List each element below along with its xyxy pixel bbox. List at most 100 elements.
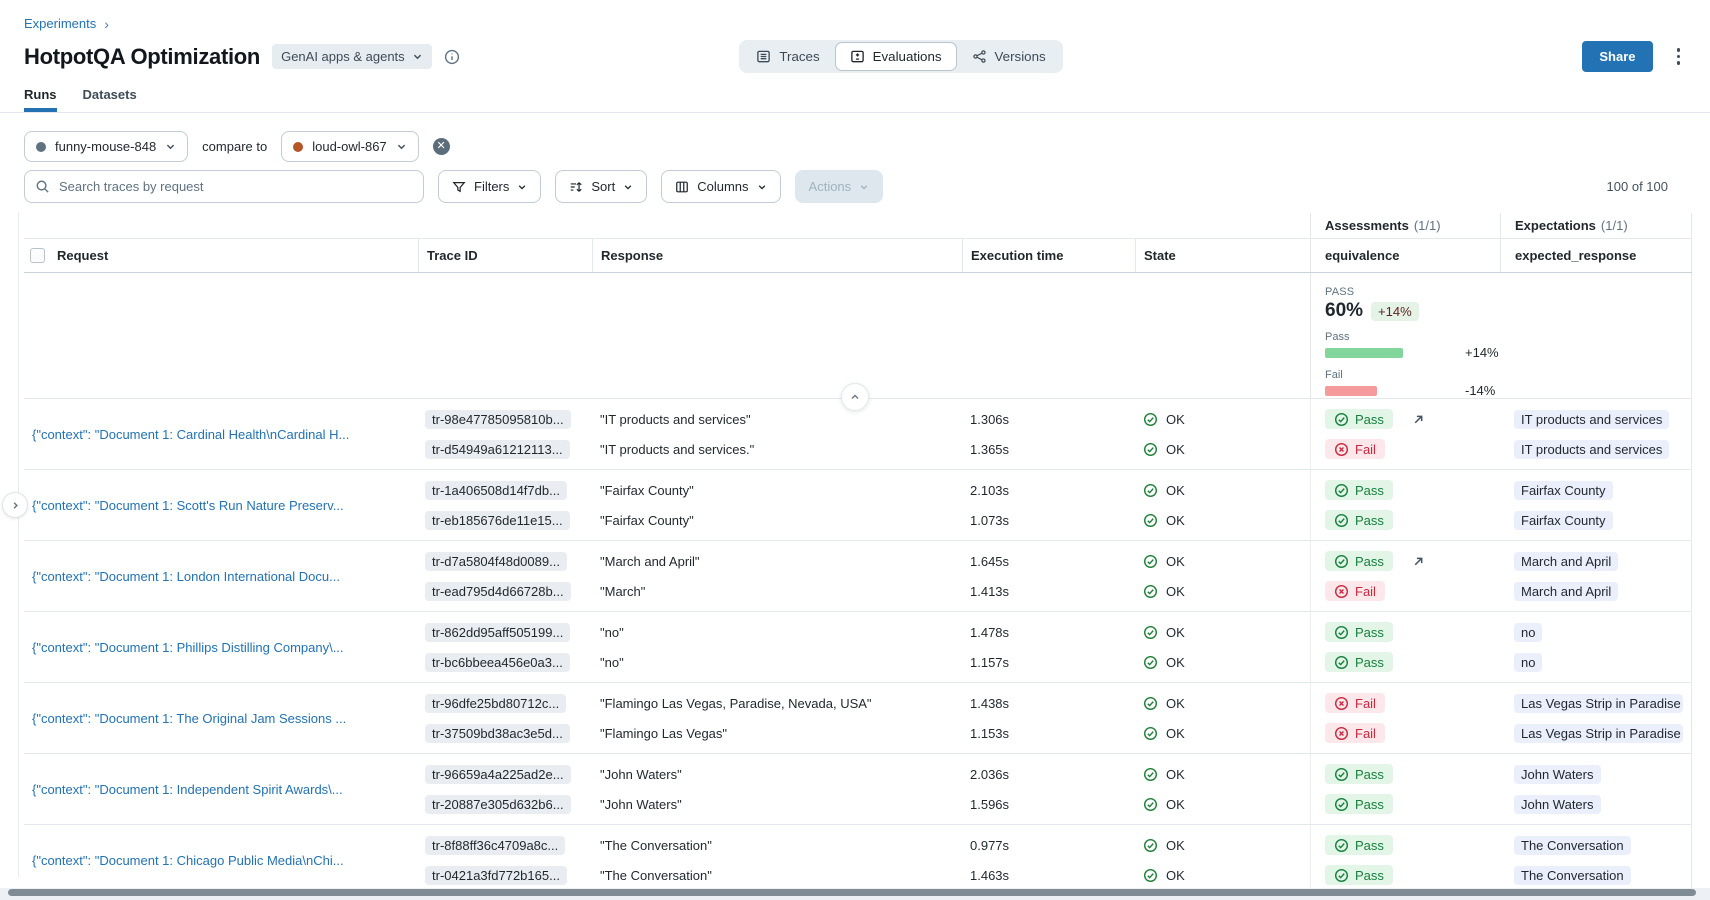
tab-runs[interactable]: Runs: [24, 87, 57, 112]
assessment-pill[interactable]: Pass: [1325, 652, 1393, 672]
chevron-down-icon: [412, 51, 423, 62]
state-text: OK: [1166, 797, 1185, 812]
assessment-pill[interactable]: Pass: [1325, 865, 1393, 885]
tab-evaluations[interactable]: Evaluations: [835, 42, 957, 71]
equivalence-cell: Pass Pass: [1310, 612, 1500, 682]
select-all-checkbox[interactable]: [30, 248, 45, 263]
check-circle-icon: [1334, 655, 1349, 670]
trace-id-pill[interactable]: tr-96dfe25bd80712c...: [425, 694, 566, 713]
expand-panel-button[interactable]: [2, 492, 28, 518]
run-b-select[interactable]: loud-owl-867: [281, 131, 418, 162]
response-cell: "IT products and services""IT products a…: [592, 399, 962, 469]
request-link[interactable]: {"context": "Document 1: London Internat…: [32, 569, 410, 584]
trace-id-pill[interactable]: tr-d7a5804f48d0089...: [425, 552, 567, 571]
summary-pass-label: PASS: [1325, 286, 1492, 298]
ok-check-icon: [1143, 442, 1158, 457]
assessment-pill[interactable]: Pass: [1325, 835, 1393, 855]
table-row: {"context": "Document 1: Scott's Run Nat…: [24, 470, 1692, 541]
expected-response-cell: The ConversationThe Conversation: [1500, 825, 1692, 895]
response-cell: "no""no": [592, 612, 962, 682]
view-switcher: Traces Evaluations Versions: [739, 40, 1062, 73]
assessment-pill[interactable]: Pass: [1325, 794, 1393, 814]
assessment-pill[interactable]: Pass: [1325, 480, 1393, 500]
side-panel-divider: [18, 212, 19, 877]
expected-response-pill: March and April: [1514, 582, 1618, 601]
tab-versions[interactable]: Versions: [957, 42, 1061, 71]
assessment-label: Fail: [1355, 442, 1376, 457]
assessment-pill[interactable]: Pass: [1325, 551, 1393, 571]
assessment-pill[interactable]: Fail: [1325, 693, 1385, 713]
response-text: "no": [600, 621, 954, 643]
response-text: "The Conversation": [600, 834, 954, 856]
tab-datasets[interactable]: Datasets: [83, 87, 137, 112]
response-cell: "The Conversation""The Conversation": [592, 825, 962, 895]
info-icon[interactable]: [444, 49, 460, 65]
request-link[interactable]: {"context": "Document 1: Independent Spi…: [32, 782, 410, 797]
tab-traces[interactable]: Traces: [741, 42, 834, 71]
run-a-select[interactable]: funny-mouse-848: [24, 131, 188, 162]
execution-time-value: 1.413s: [970, 580, 1127, 602]
sort-label: Sort: [591, 179, 615, 194]
compare-to-label: compare to: [202, 139, 267, 154]
request-link[interactable]: {"context": "Document 1: Cardinal Health…: [32, 427, 410, 442]
overflow-menu-icon[interactable]: [1671, 44, 1687, 69]
state-text: OK: [1166, 767, 1185, 782]
assessment-pill[interactable]: Pass: [1325, 409, 1393, 429]
pass-bar-label: Pass: [1325, 331, 1492, 343]
sort-button[interactable]: Sort: [555, 170, 647, 203]
trace-id-pill[interactable]: tr-eb185676de11e15...: [425, 511, 570, 530]
execution-time-value: 1.463s: [970, 864, 1127, 886]
trace-id-pill[interactable]: tr-98e47785095810b...: [425, 410, 571, 429]
search-input[interactable]: [59, 179, 413, 194]
chevron-down-icon: [757, 182, 767, 192]
assessment-pill[interactable]: Pass: [1325, 510, 1393, 530]
request-link[interactable]: {"context": "Document 1: Phillips Distil…: [32, 640, 410, 655]
assessment-pill[interactable]: Fail: [1325, 723, 1385, 743]
state-cell: OKOK: [1135, 612, 1310, 682]
filters-button[interactable]: Filters: [438, 170, 541, 203]
header-expected-response: expected_response: [1500, 239, 1692, 272]
request-link[interactable]: {"context": "Document 1: Chicago Public …: [32, 853, 410, 868]
expected-response-pill: Las Vegas Strip in Paradise: [1514, 694, 1683, 713]
filter-icon: [452, 180, 466, 194]
assessment-pill[interactable]: Pass: [1325, 764, 1393, 784]
assessment-pill[interactable]: Fail: [1325, 581, 1385, 601]
trace-id-pill[interactable]: tr-20887e305d632b6...: [425, 795, 571, 814]
assessment-pill[interactable]: Fail: [1325, 439, 1385, 459]
columns-button[interactable]: Columns: [661, 170, 780, 203]
trend-arrow-icon[interactable]: [1411, 412, 1426, 427]
response-text: "IT products and services.": [600, 438, 954, 460]
horizontal-scrollbar-thumb[interactable]: [8, 889, 1696, 896]
trace-id-pill[interactable]: tr-d54949a61212113...: [425, 440, 570, 459]
trace-id-pill[interactable]: tr-8f88ff36c4709a8c...: [425, 836, 565, 855]
trace-id-pill[interactable]: tr-96659a4a225ad2e...: [425, 765, 571, 784]
trace-id-pill[interactable]: tr-862dd95aff505199...: [425, 623, 570, 642]
actions-label: Actions: [809, 179, 852, 194]
request-link[interactable]: {"context": "Document 1: The Original Ja…: [32, 711, 410, 726]
ok-check-icon: [1143, 797, 1158, 812]
breadcrumb-experiments-link[interactable]: Experiments: [24, 16, 96, 31]
execution-time-cell: 1.645s1.413s: [962, 541, 1135, 611]
actions-button[interactable]: Actions: [795, 170, 884, 203]
execution-time-value: 1.157s: [970, 651, 1127, 673]
assessment-pill[interactable]: Pass: [1325, 622, 1393, 642]
clear-compare-icon[interactable]: ✕: [433, 138, 450, 155]
ok-check-icon: [1143, 726, 1158, 741]
trace-id-pill[interactable]: tr-ead795d4d66728b...: [425, 582, 571, 601]
trace-id-pill[interactable]: tr-37509bd38ac3e5d...: [425, 724, 570, 743]
ok-check-icon: [1143, 868, 1158, 883]
trace-id-pill[interactable]: tr-bc6bbeea456e0a3...: [425, 653, 570, 672]
request-link[interactable]: {"context": "Document 1: Scott's Run Nat…: [32, 498, 410, 513]
share-button[interactable]: Share: [1582, 41, 1652, 72]
experiment-type-dropdown[interactable]: GenAI apps & agents: [272, 44, 432, 69]
execution-time-value: 1.438s: [970, 692, 1127, 714]
check-circle-icon: [1334, 483, 1349, 498]
expected-response-cell: IT products and servicesIT products and …: [1500, 399, 1692, 469]
trend-arrow-icon[interactable]: [1411, 554, 1426, 569]
trace-id-cell: tr-98e47785095810b... tr-d54949a61212113.…: [418, 399, 592, 469]
collapse-summary-button[interactable]: [841, 383, 869, 411]
table-row: {"context": "Document 1: Independent Spi…: [24, 754, 1692, 825]
trace-id-pill[interactable]: tr-0421a3fd772b165...: [425, 866, 567, 885]
table-row: {"context": "Document 1: London Internat…: [24, 541, 1692, 612]
trace-id-pill[interactable]: tr-1a406508d14f7db...: [425, 481, 567, 500]
